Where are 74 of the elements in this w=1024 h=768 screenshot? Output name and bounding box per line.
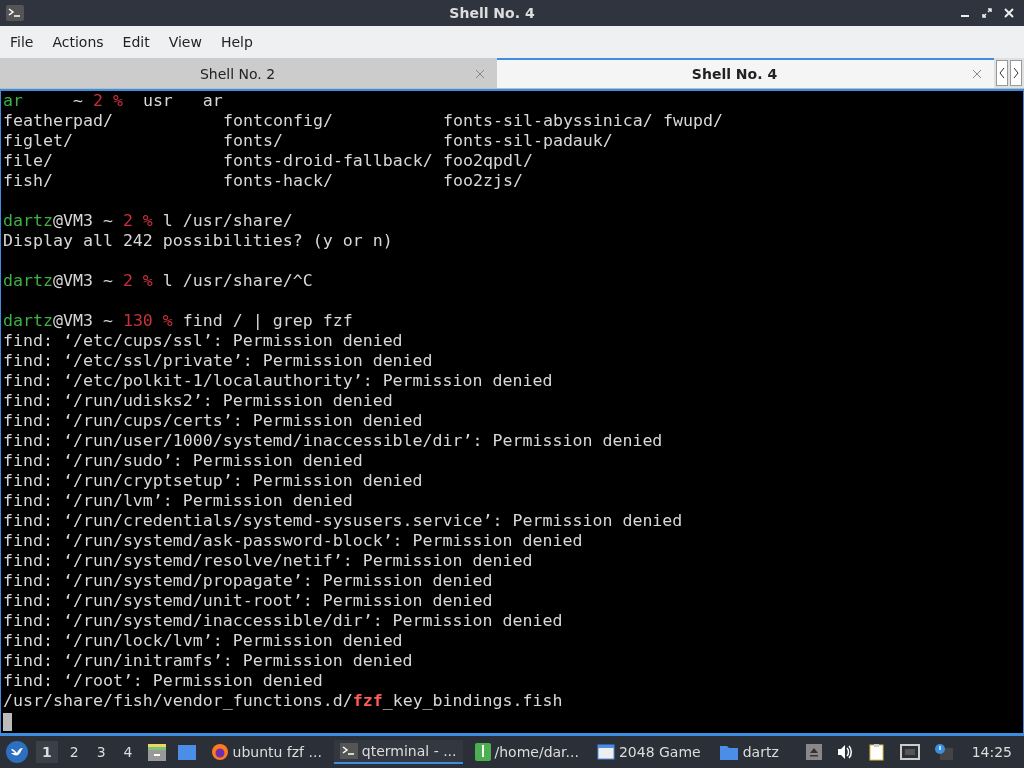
menu-item[interactable]: Edit (114, 34, 158, 50)
terminal-line: find: ‘/run/cryptsetup’: Permission denied (3, 471, 424, 491)
window-icon (596, 743, 615, 761)
workspace-button[interactable]: 1 (36, 741, 58, 763)
terminal-line: find: ‘/run/initramfs’: Permission denied (3, 651, 414, 671)
terminal-line: dartz@VM3 ~ 2 % l /usr/share/^C (3, 271, 314, 291)
bird-logo-icon[interactable] (6, 741, 28, 763)
terminal-line: find: ‘/etc/ssl/private’: Permission denied (3, 351, 434, 371)
archive-icon (474, 743, 491, 761)
terminal-line: find: ‘/run/lvm’: Permission denied (3, 491, 354, 511)
window-icon[interactable] (176, 742, 197, 762)
terminal-line: ar ~ 2 % usr ar (3, 91, 224, 111)
terminal-line: dartz@VM3 ~ 130 % find / | grep fzf (3, 311, 354, 331)
terminal-line: /usr/share/fish/vendor_functions.d/fzf_key_bindings.fish (3, 691, 564, 711)
chevron-left-icon[interactable] (996, 60, 1008, 86)
terminal-line: find: ‘/run/systemd/propagate’: Permission denied (3, 571, 494, 591)
terminal-line: find: ‘/run/udisks2’: Permission denied (3, 391, 394, 411)
taskbar-button[interactable]: ubuntu fzf ... (204, 740, 328, 764)
terminal-line: Display all 242 possibilities? (y or n) (3, 231, 394, 251)
terminal-line: find: ‘/run/credentials/systemd-sysusers.service’: Permission denied (3, 511, 684, 531)
terminal-line: find: ‘/etc/cups/ssl’: Permission denied (3, 331, 404, 351)
directory-entry: fonts-sil-padauk/ (443, 131, 614, 151)
directory-entry: featherpad/ (3, 111, 114, 131)
menu-item[interactable]: File (2, 34, 42, 50)
directory-entry: foo2zjs/ (443, 171, 524, 191)
directory-entry: fontconfig/ (223, 111, 334, 131)
terminal-line: find: ‘/run/systemd/ask-password-block’: Permission denied (3, 531, 584, 551)
menu-item[interactable]: Actions (44, 34, 112, 50)
clock: 14:25 (971, 744, 1012, 760)
directory-entry: fonts-droid-fallback/ (223, 151, 434, 171)
menu-item[interactable]: View (160, 34, 210, 50)
tab[interactable]: Shell No. 2 (0, 58, 497, 88)
tab[interactable]: Shell No. 4 (497, 58, 994, 88)
directory-entry: fwupd/ (663, 111, 724, 131)
browser-icon (210, 743, 229, 761)
taskbar-button[interactable]: 2048 Game (590, 740, 707, 764)
directory-entry: fonts-sil-abyssinica/ (443, 111, 654, 131)
terminal-line: find: ‘/run/sudo’: Permission denied (3, 451, 364, 471)
folder-icon (718, 743, 739, 761)
terminal-line: dartz@VM3 ~ 2 % l /usr/share/ (3, 211, 294, 231)
directory-entry: fonts-hack/ (223, 171, 334, 191)
notification-icon[interactable] (933, 743, 954, 761)
directory-entry: file/ (3, 151, 54, 171)
directory-entry: figlet/ (3, 131, 74, 151)
taskbar-button[interactable]: /home/dar... (468, 740, 585, 764)
terminal-icon (339, 743, 358, 759)
terminal-line: find: ‘/run/lock/lvm’: Permission denied (3, 631, 404, 651)
directory-entry: fish/ (3, 171, 54, 191)
terminal-icon (6, 5, 24, 21)
volume-icon[interactable] (835, 744, 854, 760)
terminal-line: find: ‘/run/systemd/unit-root’: Permission denied (3, 591, 494, 611)
taskbar-button[interactable]: qterminal - ... (333, 740, 463, 764)
terminal-panel[interactable] (0, 89, 1024, 734)
directory-entry: fonts/ (223, 131, 284, 151)
terminal-line: find: ‘/run/systemd/resolve/netif’: Permission denied (3, 551, 534, 571)
terminal-line: find: ‘/run/systemd/inaccessible/dir’: Permission denied (3, 611, 564, 631)
maximize-icon[interactable] (982, 8, 992, 18)
workspace-button[interactable]: 4 (117, 741, 139, 763)
directory-entry: foo2qpdl/ (443, 151, 534, 171)
terminal-line: find: ‘/run/cups/certs’: Permission denied (3, 411, 424, 431)
network-icon[interactable] (899, 744, 920, 760)
eject-icon[interactable] (805, 744, 822, 760)
workspace-button[interactable]: 2 (63, 741, 85, 763)
terminal-line: find: ‘/root’: Permission denied (3, 671, 324, 691)
window-title: Shell No. 4 (448, 5, 536, 21)
clipboard-icon[interactable] (867, 743, 886, 761)
menu-item[interactable]: Help (212, 34, 261, 50)
file-cabinet-icon[interactable] (146, 742, 167, 762)
workspace-button[interactable]: 3 (90, 741, 112, 763)
chevron-right-icon[interactable] (1010, 60, 1022, 86)
terminal-line: find: ‘/etc/polkit-1/localauthority’: Permission denied (3, 371, 554, 391)
taskbar-button[interactable]: dartz (712, 740, 785, 764)
terminal-line: find: ‘/run/user/1000/systemd/inaccessible/dir’: Permission denied (3, 431, 664, 451)
text-cursor (3, 712, 12, 731)
